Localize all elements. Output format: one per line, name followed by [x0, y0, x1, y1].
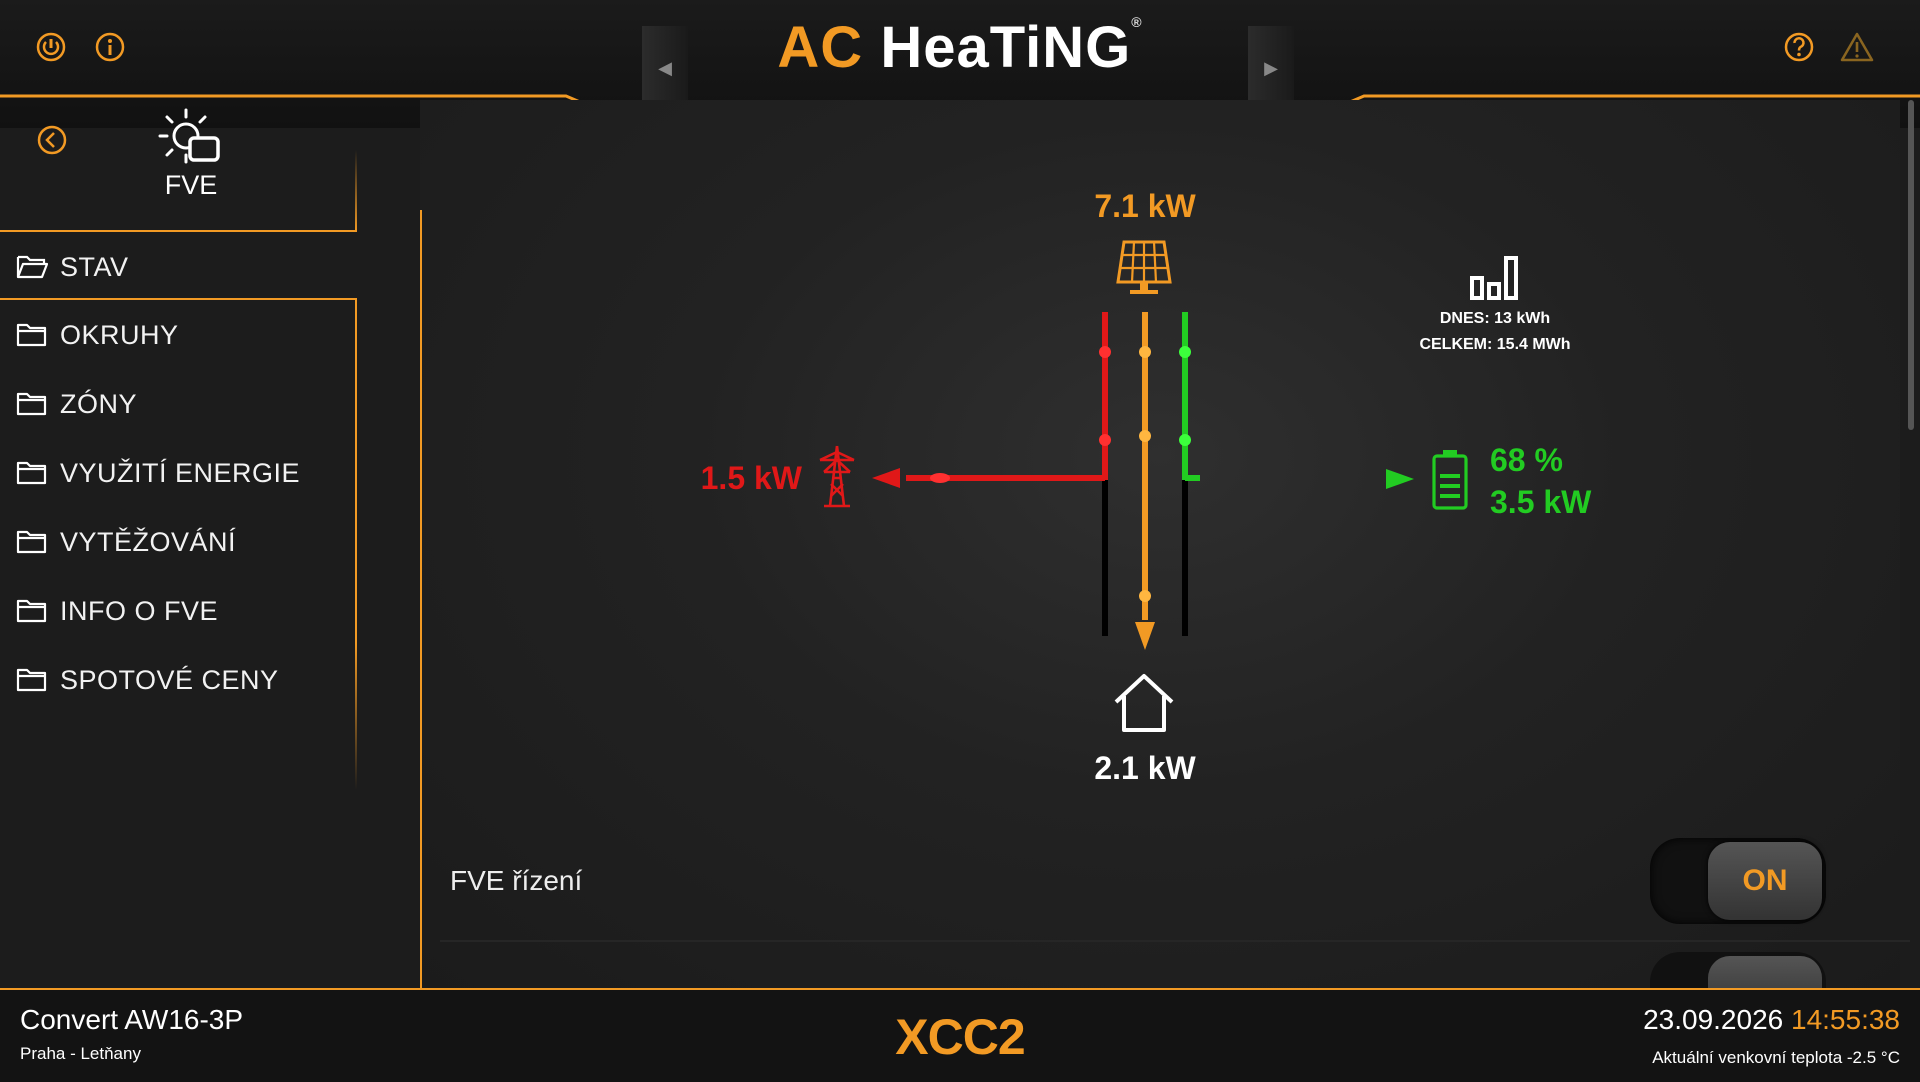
sidebar-divider [355, 150, 357, 232]
brand-logo: AC HeaTiNG® [777, 14, 1143, 80]
page-title: FVE [164, 170, 218, 200]
battery-power-value: 3.5 kW [1490, 484, 1592, 520]
sidebar-item-vytezovani[interactable]: VYTĚŽOVÁNÍ [16, 517, 346, 567]
energy-flow-lines [872, 312, 1200, 650]
time: 14:55:38 [1791, 1004, 1900, 1035]
folder-icon [16, 599, 47, 623]
solar-power-value: 7.1 kW [1094, 188, 1196, 224]
sidebar-divider [355, 300, 357, 790]
stats-total: CELKEM: 15.4 MWh [1419, 336, 1571, 353]
folder-icon [16, 530, 47, 554]
battery-percent: 68 % [1490, 442, 1563, 478]
sidebar-item-spotove-ceny[interactable]: SPOTOVÉ CENY [16, 655, 346, 705]
sidebar-item-stav[interactable]: STAV [16, 242, 346, 292]
sidebar-item-vyuziti-energie[interactable]: VYUŽITÍ ENERGIE [16, 448, 346, 498]
house-icon [1112, 672, 1176, 739]
sidebar-item-label: VYUŽITÍ ENERGIE [60, 457, 301, 488]
stats-today: DNES: 13 kWh [1439, 310, 1551, 327]
sidebar-item-label: ZÓNY [60, 388, 138, 419]
battery-arrow [1386, 469, 1414, 489]
folder-icon [16, 392, 47, 416]
grid-power-value: 1.5 kW [700, 460, 802, 496]
folder-icon [16, 461, 47, 485]
sidebar-item-label: SPOTOVÉ CENY [60, 664, 279, 695]
folder-icon [16, 668, 47, 692]
sidebar-item-info-o-fve[interactable]: INFO O FVE [16, 586, 346, 636]
sidebar-item-zony[interactable]: ZÓNY [16, 379, 346, 429]
sidebar-item-label: INFO O FVE [60, 595, 219, 626]
sidebar-item-okruhy[interactable]: OKRUHY [16, 310, 346, 360]
xcc2-logo: XCC2 [895, 1009, 1025, 1065]
help-icon[interactable] [1782, 30, 1816, 64]
sidebar-divider [0, 298, 357, 300]
date: 23.09.2026 [1643, 1004, 1784, 1035]
outdoor-temperature: Aktuální venkovní teplota -2.5 °C [1652, 1048, 1900, 1067]
solar-panel-icon [1112, 238, 1176, 303]
sidebar-divider [0, 230, 357, 232]
back-icon[interactable] [36, 124, 68, 161]
sidebar-item-label: STAV [60, 251, 129, 282]
scrollbar[interactable] [1908, 100, 1914, 430]
sidebar-item-label: VYTĚŽOVÁNÍ [60, 526, 237, 557]
row-divider [440, 940, 1910, 942]
fve-control-toggle[interactable]: ON [1708, 842, 1822, 920]
warning-icon[interactable] [1840, 30, 1874, 64]
battery-icon [1430, 448, 1470, 515]
folder-open-icon [16, 255, 48, 279]
house-power-value: 2.1 kW [1094, 750, 1196, 786]
fve-control-label: FVE řízení [450, 865, 583, 896]
stats-icon[interactable] [1468, 252, 1522, 307]
folder-icon [16, 323, 47, 347]
sidebar-item-label: OKRUHY [60, 319, 179, 350]
main-divider [420, 210, 422, 988]
pylon-icon [812, 444, 862, 515]
solar-settings-icon [156, 106, 226, 177]
date-time: 23.09.2026 14:55:38 [1643, 1004, 1900, 1036]
